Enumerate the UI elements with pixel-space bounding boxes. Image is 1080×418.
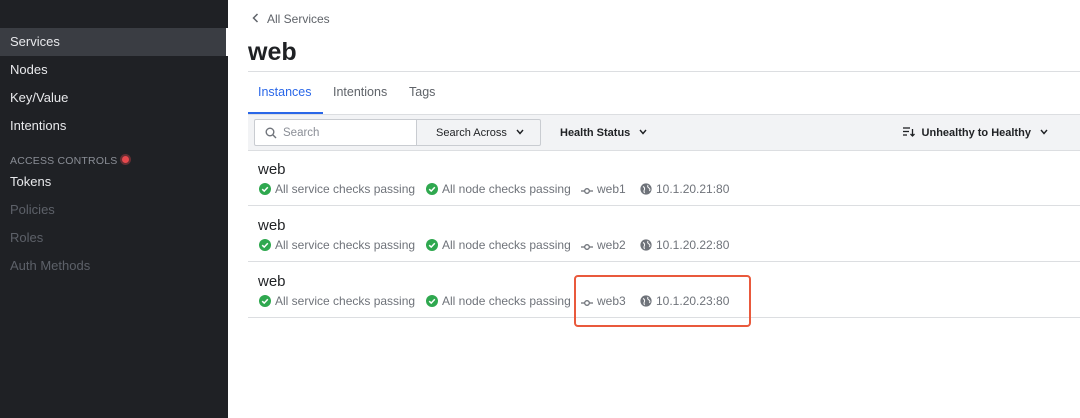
sidebar-item-policies: Policies: [10, 202, 55, 217]
node-icon: [581, 188, 593, 194]
filter-toolbar: Search Across Health Status Unhealthy to…: [248, 114, 1080, 151]
chevron-down-icon: [1040, 119, 1048, 146]
instance-row[interactable]: web All service checks passing All node …: [248, 150, 1080, 206]
sort-icon: [902, 127, 915, 137]
divider: [248, 71, 1080, 72]
health-status-dropdown[interactable]: Health Status: [560, 119, 647, 146]
check-circle-icon: [426, 183, 438, 195]
instance-name: web: [258, 217, 286, 234]
page-title: web: [248, 38, 297, 66]
globe-icon: [640, 239, 652, 251]
access-controls-heading: ACCESS CONTROLS: [10, 155, 130, 167]
check-circle-icon: [259, 239, 271, 251]
sidebar-item-auth-methods: Auth Methods: [10, 258, 91, 273]
instance-name: web: [258, 161, 286, 178]
sidebar-item-services[interactable]: Services: [0, 28, 228, 56]
chevron-down-icon: [516, 120, 524, 145]
search-across-dropdown[interactable]: Search Across: [416, 119, 541, 146]
sort-label: Unhealthy to Healthy: [921, 127, 1031, 139]
node-icon: [581, 300, 593, 306]
sidebar-item-key-value[interactable]: Key/Value: [0, 84, 228, 112]
search-icon: [265, 127, 277, 139]
tab-tags[interactable]: Tags: [409, 85, 435, 99]
sidebar-item-roles: Roles: [10, 230, 44, 245]
main-content: All Services web Instances Intentions Ta…: [228, 0, 1080, 418]
chevron-down-icon: [639, 119, 647, 146]
node-name: web2: [597, 238, 626, 252]
sort-dropdown[interactable]: Unhealthy to Healthy: [902, 119, 1048, 146]
tab-instances[interactable]: Instances: [258, 85, 312, 99]
chevron-left-icon: [252, 12, 259, 26]
status-dot-icon: [122, 156, 130, 163]
sidebar-item-intentions[interactable]: Intentions: [0, 112, 228, 140]
node-name: web1: [597, 182, 626, 196]
node-checks-status: All node checks passing: [442, 182, 571, 196]
search-input[interactable]: [283, 123, 413, 142]
service-checks-status: All service checks passing: [275, 238, 416, 252]
breadcrumb[interactable]: All Services: [252, 12, 330, 26]
breadcrumb-label: All Services: [267, 12, 330, 26]
sidebar: Services Nodes Key/Value Intentions ACCE…: [0, 0, 228, 418]
node-icon: [581, 244, 593, 250]
sidebar-item-tokens[interactable]: Tokens: [0, 168, 228, 196]
globe-icon: [640, 295, 652, 307]
address: 10.1.20.21:80: [656, 182, 730, 196]
address: 10.1.20.23:80: [656, 294, 730, 308]
tab-intentions[interactable]: Intentions: [333, 85, 387, 99]
globe-icon: [640, 183, 652, 195]
check-circle-icon: [259, 183, 271, 195]
sidebar-item-nodes[interactable]: Nodes: [0, 56, 228, 84]
address: 10.1.20.22:80: [656, 238, 730, 252]
instance-row[interactable]: web All service checks passing All node …: [248, 206, 1080, 262]
check-circle-icon: [259, 295, 271, 307]
instance-name: web: [258, 273, 286, 290]
health-status-label: Health Status: [560, 127, 631, 139]
node-checks-status: All node checks passing: [442, 294, 571, 308]
service-checks-status: All service checks passing: [275, 182, 416, 196]
check-circle-icon: [426, 239, 438, 251]
node-name: web3: [597, 294, 626, 308]
node-checks-status: All node checks passing: [442, 238, 571, 252]
check-circle-icon: [426, 295, 438, 307]
search-field[interactable]: [254, 119, 417, 146]
instance-row[interactable]: web All service checks passing All node …: [248, 262, 1080, 318]
service-checks-status: All service checks passing: [275, 294, 416, 308]
search-across-label: Search Across: [436, 127, 507, 139]
